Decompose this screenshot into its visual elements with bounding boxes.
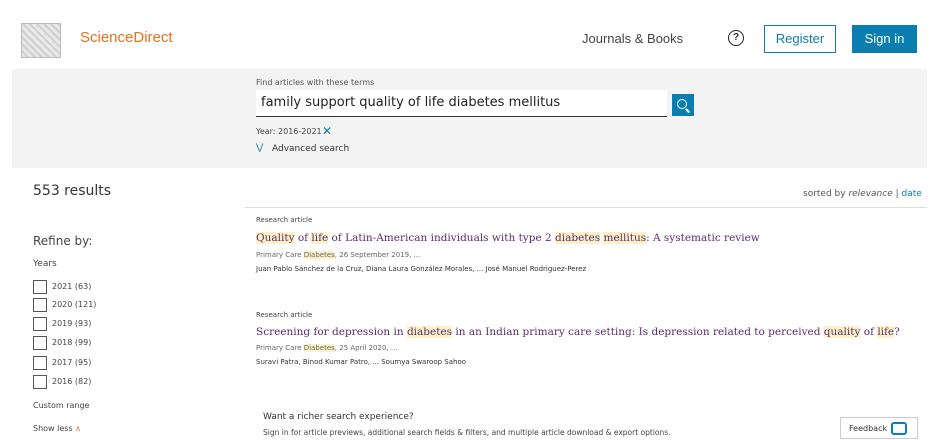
sort-control: sorted by relevance | date <box>803 189 922 199</box>
article-authors: Juan Pablo Sánchez de la Cruz, Diana Lau… <box>256 265 587 273</box>
checkbox[interactable] <box>33 317 47 331</box>
year-filter-chip: Year: 2016-2021 <box>256 127 322 136</box>
sign-in-button[interactable]: Sign in <box>852 25 917 53</box>
promo-body: Sign in for article previews, additional… <box>263 428 671 437</box>
search-panel <box>12 69 927 168</box>
brand-link[interactable]: ScienceDirect <box>80 29 173 46</box>
article-title-link[interactable]: Quality of life of Latin-American indivi… <box>256 232 760 244</box>
site-header: ScienceDirect Journals & Books ? Registe… <box>0 0 939 69</box>
chevron-down-icon[interactable]: ⋁ <box>256 143 263 153</box>
elsevier-logo[interactable] <box>21 23 61 58</box>
checkbox[interactable] <box>33 280 47 294</box>
feedback-button[interactable]: Feedback <box>840 417 918 439</box>
help-icon[interactable]: ? <box>728 30 744 46</box>
article-journal[interactable]: Primary Care Diabetes, 26 September 2019… <box>256 251 420 259</box>
checkbox[interactable] <box>33 356 47 370</box>
article-authors: Suravi Patra, Binod Kumar Patro, ... Sou… <box>256 358 467 366</box>
article-type: Research article <box>256 311 313 319</box>
article-type: Research article <box>256 216 313 224</box>
checkbox[interactable] <box>33 375 47 389</box>
search-button[interactable] <box>672 94 694 116</box>
show-less-link[interactable]: Show less ∧ <box>33 424 81 433</box>
article-journal[interactable]: Primary Care Diabetes, 25 April 2020, ..… <box>256 344 398 352</box>
article-title-link[interactable]: Screening for depression in diabetes in … <box>256 326 900 338</box>
checkbox[interactable] <box>33 336 47 350</box>
journals-books-link[interactable]: Journals & Books <box>582 31 683 46</box>
close-icon[interactable]: ✕ <box>322 124 332 138</box>
sort-date-link[interactable]: date <box>902 189 922 199</box>
checkbox[interactable] <box>33 298 47 312</box>
search-label: Find articles with these terms <box>256 78 375 87</box>
feedback-icon <box>891 422 907 435</box>
custom-range-link[interactable]: Custom range <box>33 401 89 410</box>
advanced-search-link[interactable]: Advanced search <box>272 144 349 154</box>
register-button[interactable]: Register <box>764 25 836 53</box>
search-input[interactable]: family support quality of life diabetes … <box>256 90 667 117</box>
years-label: Years <box>33 259 57 269</box>
refine-heading: Refine by: <box>33 234 93 248</box>
results-count: 553 results <box>33 183 112 199</box>
promo-title: Want a richer search experience? <box>263 412 414 422</box>
sort-relevance[interactable]: relevance <box>848 189 892 199</box>
chevron-up-icon: ∧ <box>75 424 82 433</box>
divider <box>245 207 927 208</box>
